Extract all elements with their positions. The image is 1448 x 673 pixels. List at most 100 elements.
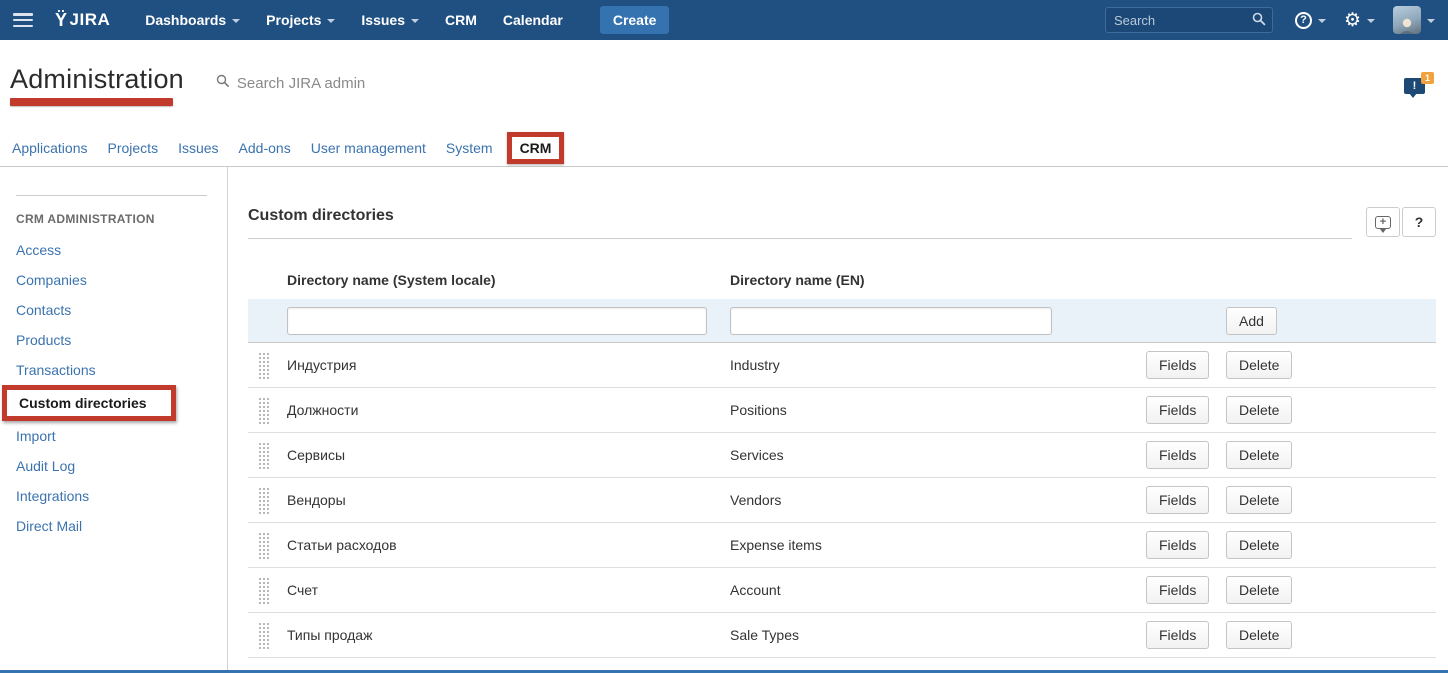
drag-handle-icon[interactable] [258, 622, 269, 649]
delete-button[interactable]: Delete [1226, 351, 1292, 379]
chevron-down-icon [1318, 19, 1326, 23]
directory-row: Индустрия Industry Fields Delete [248, 343, 1436, 388]
directory-name-en: Account [730, 582, 1146, 598]
feedback-button[interactable]: + [1366, 207, 1400, 237]
sidebar-item[interactable]: Access [16, 235, 211, 265]
admin-tab[interactable]: User management [301, 140, 436, 156]
sidebar-section-title: CRM ADMINISTRATION [16, 212, 211, 226]
delete-button[interactable]: Delete [1226, 621, 1292, 649]
directory-name-locale: Индустрия [287, 357, 730, 373]
sidebar-item[interactable]: Products [16, 325, 211, 355]
jira-logo[interactable]: Ÿ JIRA [55, 10, 110, 31]
directory-name-locale: Типы продаж [287, 627, 730, 643]
table-header-row: Directory name (System locale) Directory… [248, 261, 1436, 299]
directories-table: Directory name (System locale) Directory… [248, 261, 1436, 658]
search-icon [1252, 12, 1266, 31]
directory-name-locale: Вендоры [287, 492, 730, 508]
sidebar-item[interactable]: Integrations [16, 481, 211, 511]
notification-bubble-tail [1409, 93, 1417, 98]
drag-handle-icon[interactable] [258, 442, 269, 469]
sidebar-item[interactable]: Import [16, 421, 211, 451]
content-area: CRM ADMINISTRATION Access Companies Cont… [0, 167, 1448, 673]
chevron-down-icon [411, 19, 419, 23]
add-button[interactable]: Add [1226, 307, 1277, 335]
admin-settings-menu[interactable]: ⚙ [1344, 11, 1375, 30]
directory-name-en: Sale Types [730, 627, 1146, 643]
sidebar-item[interactable]: Contacts [16, 295, 211, 325]
admin-tab[interactable]: Applications [2, 140, 98, 156]
admin-tab[interactable]: Projects [98, 140, 169, 156]
admin-tab[interactable]: Add-ons [229, 140, 301, 156]
hamburger-icon[interactable] [13, 13, 33, 27]
gear-icon: ⚙ [1344, 11, 1361, 30]
directory-row: Типы продаж Sale Types Fields Delete [248, 613, 1436, 658]
fields-button[interactable]: Fields [1146, 441, 1209, 469]
notification-count-badge: 1 [1421, 72, 1434, 84]
add-directory-row: Add [248, 299, 1436, 343]
delete-button[interactable]: Delete [1226, 486, 1292, 514]
sidebar-divider [16, 195, 207, 196]
section-title-wrap: Custom directories [248, 207, 1352, 239]
search-icon [216, 74, 230, 93]
navbar-right: ? ⚙ [1105, 6, 1435, 34]
help-menu[interactable]: ? [1295, 12, 1326, 29]
sidebar-item[interactable]: Companies [16, 265, 211, 295]
drag-handle-icon[interactable] [258, 487, 269, 514]
fields-button[interactable]: Fields [1146, 531, 1209, 559]
main-panel: Custom directories + ? Directory name (S… [228, 167, 1448, 673]
fields-button[interactable]: Fields [1146, 621, 1209, 649]
admin-search [216, 74, 437, 93]
new-directory-name-locale-input[interactable] [287, 307, 707, 335]
jira-logo-mark-icon: Ÿ [55, 10, 68, 31]
fields-button[interactable]: Fields [1146, 576, 1209, 604]
nav-menu-item[interactable]: Calendar [490, 12, 576, 28]
avatar [1393, 6, 1421, 34]
header-buttons: + ? [1364, 207, 1436, 237]
fields-button[interactable]: Fields [1146, 396, 1209, 424]
column-header-en: Directory name (EN) [730, 272, 1146, 288]
directory-row: Вендоры Vendors Fields Delete [248, 478, 1436, 523]
sidebar: CRM ADMINISTRATION Access Companies Cont… [0, 167, 228, 673]
directory-row: Статьи расходов Expense items Fields Del… [248, 523, 1436, 568]
admin-tabbar: Applications Projects Issues Add-ons Use… [0, 130, 1448, 167]
new-directory-name-en-input[interactable] [730, 307, 1052, 335]
directory-name-locale: Сервисы [287, 447, 730, 463]
drag-handle-icon[interactable] [258, 397, 269, 424]
directory-row: Сервисы Services Fields Delete [248, 433, 1436, 478]
create-button[interactable]: Create [600, 6, 670, 34]
admin-tab[interactable]: Issues [168, 140, 228, 156]
delete-button[interactable]: Delete [1226, 441, 1292, 469]
chevron-down-icon [232, 19, 240, 23]
help-button[interactable]: ? [1402, 207, 1436, 237]
nav-menu-item[interactable]: Projects [253, 12, 348, 28]
sidebar-item[interactable]: Transactions [16, 355, 211, 385]
delete-button[interactable]: Delete [1226, 576, 1292, 604]
nav-menu-item[interactable]: Dashboards [132, 12, 253, 28]
admin-tab[interactable]: System [436, 140, 503, 156]
chevron-down-icon [1367, 19, 1375, 23]
column-header-locale: Directory name (System locale) [287, 272, 730, 288]
top-navbar: Ÿ JIRA Dashboards Projects Issues CRM [0, 0, 1448, 40]
sidebar-item[interactable]: Direct Mail [16, 511, 211, 541]
drag-handle-icon[interactable] [258, 352, 269, 379]
delete-button[interactable]: Delete [1226, 396, 1292, 424]
admin-tab[interactable]: CRM [507, 132, 565, 164]
user-profile-menu[interactable] [1393, 6, 1435, 34]
fields-button[interactable]: Fields [1146, 351, 1209, 379]
notifications-button[interactable]: ! 1 [1404, 72, 1434, 98]
navbar-search [1105, 7, 1273, 33]
drag-handle-icon[interactable] [258, 577, 269, 604]
fields-button[interactable]: Fields [1146, 486, 1209, 514]
chevron-down-icon [1427, 19, 1435, 23]
sidebar-item[interactable]: Custom directories [2, 385, 176, 421]
delete-button[interactable]: Delete [1226, 531, 1292, 559]
nav-menu-item[interactable]: CRM [432, 12, 490, 28]
directory-name-locale: Статьи расходов [287, 537, 730, 553]
sidebar-item[interactable]: Audit Log [16, 451, 211, 481]
nav-menu-item[interactable]: Issues [348, 12, 432, 28]
admin-search-input[interactable] [237, 75, 437, 92]
search-input[interactable] [1105, 7, 1273, 33]
drag-handle-icon[interactable] [258, 532, 269, 559]
page-title: Administration [10, 64, 184, 95]
admin-header: Administration ! 1 [0, 40, 1448, 130]
